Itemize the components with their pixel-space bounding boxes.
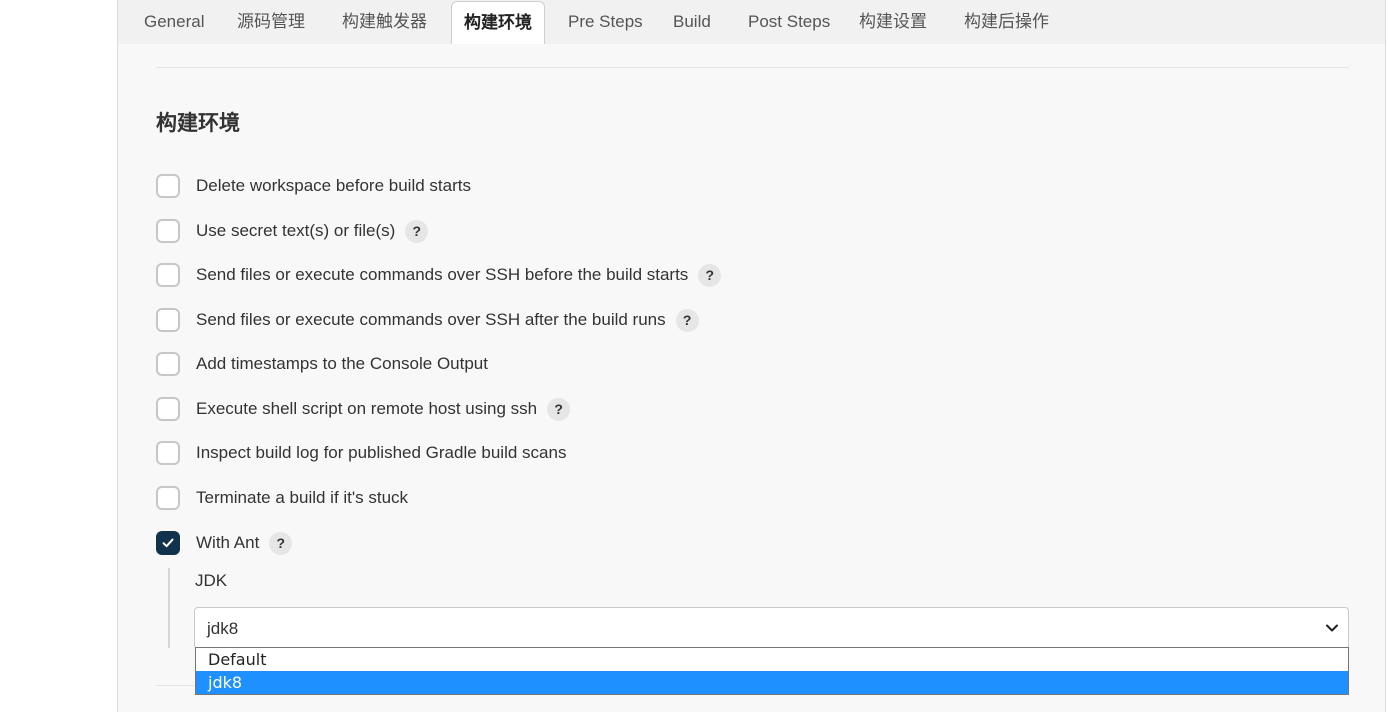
chevron-down-icon [1326,624,1338,632]
checkbox[interactable] [156,486,180,510]
tab-build-settings[interactable]: 构建设置 [859,0,927,44]
jdk-label: JDK [195,571,228,590]
help-icon[interactable]: ? [269,531,293,555]
help-icon[interactable]: ? [675,308,699,332]
option-label: Send files or execute commands over SSH … [196,310,666,329]
checkbox[interactable] [156,441,180,465]
help-icon[interactable]: ? [698,263,722,287]
tab-source-control[interactable]: 源码管理 [237,0,305,44]
option-gradle-build-scans[interactable]: Inspect build log for published Gradle b… [156,439,566,467]
section-divider-top [156,67,1349,68]
tab-build-environment[interactable]: 构建环境 [451,1,545,44]
option-secret-text[interactable]: Use secret text(s) or file(s) ? [156,217,429,245]
tab-pre-steps[interactable]: Pre Steps [568,0,643,44]
checkbox[interactable] [156,397,180,421]
option-label: With Ant [196,533,260,552]
option-with-ant[interactable]: With Ant ? [156,529,293,557]
option-label: Execute shell script on remote host usin… [196,399,538,418]
help-icon[interactable]: ? [547,397,571,421]
option-label: Use secret text(s) or file(s) [196,221,396,240]
tab-build[interactable]: Build [673,0,711,44]
option-delete-workspace[interactable]: Delete workspace before build starts [156,172,471,200]
dropdown-option-jdk8[interactable]: jdk8 [196,671,1348,694]
option-label: Add timestamps to the Console Output [196,354,488,373]
option-label: Terminate a build if it's stuck [196,488,409,507]
option-label: Delete workspace before build starts [196,176,471,195]
jdk-dropdown-list: Default jdk8 [195,647,1349,695]
option-terminate-stuck-build[interactable]: Terminate a build if it's stuck [156,484,408,512]
checkbox[interactable] [156,308,180,332]
checkmark-icon [162,538,174,548]
jdk-select[interactable]: jdk8 [194,607,1349,649]
tab-general[interactable]: General [144,0,204,44]
option-ssh-after-build[interactable]: Send files or execute commands over SSH … [156,306,699,334]
option-label: Inspect build log for published Gradle b… [196,443,567,462]
checkbox[interactable] [156,174,180,198]
config-tab-bar: General 源码管理 构建触发器 构建环境 Pre Steps Build … [118,0,1385,44]
option-label: Send files or execute commands over SSH … [196,265,689,284]
option-ssh-before-build[interactable]: Send files or execute commands over SSH … [156,261,722,289]
nested-section-bar [168,568,170,648]
jdk-select-value: jdk8 [207,619,239,638]
tab-post-build-actions[interactable]: 构建后操作 [964,0,1049,44]
tab-post-steps[interactable]: Post Steps [748,0,830,44]
help-icon[interactable]: ? [405,219,429,243]
dropdown-option-default[interactable]: Default [196,648,1348,671]
checkbox[interactable] [156,219,180,243]
job-config-panel: General 源码管理 构建触发器 构建环境 Pre Steps Build … [117,0,1386,712]
option-timestamps[interactable]: Add timestamps to the Console Output [156,350,488,378]
checkbox[interactable] [156,352,180,376]
option-remote-shell-script[interactable]: Execute shell script on remote host usin… [156,395,571,423]
checkbox-checked[interactable] [156,531,180,555]
tab-build-triggers[interactable]: 构建触发器 [342,0,427,44]
section-title: 构建环境 [156,112,240,135]
checkbox[interactable] [156,263,180,287]
